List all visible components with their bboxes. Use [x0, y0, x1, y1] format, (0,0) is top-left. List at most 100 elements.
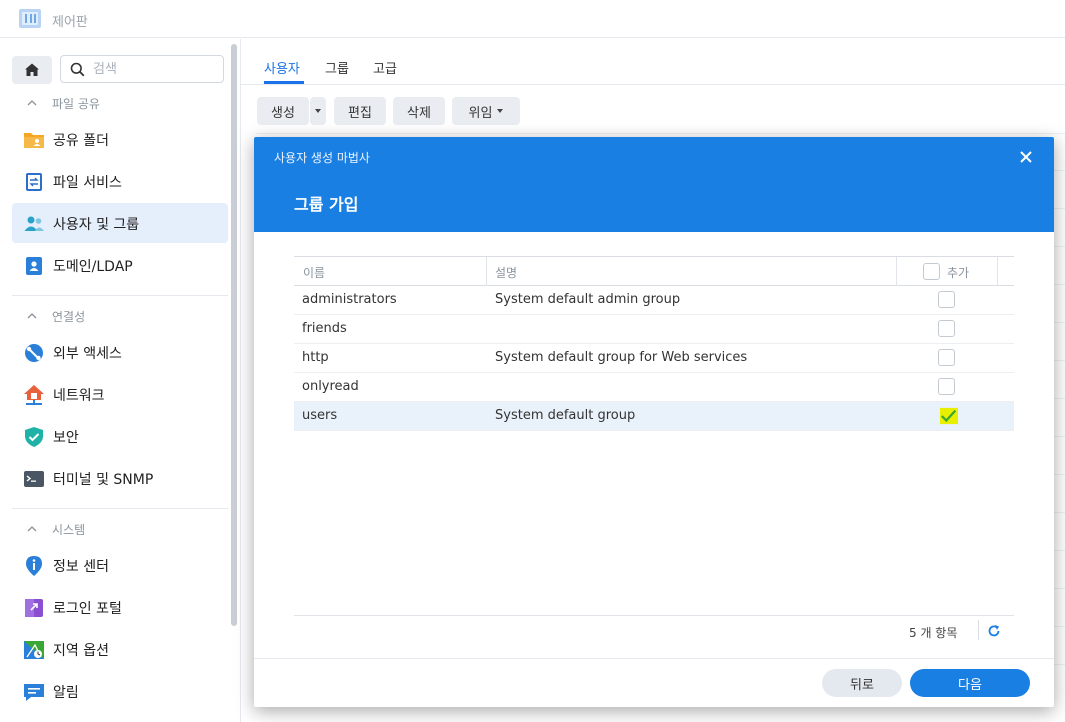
- tab-group[interactable]: 그룹: [325, 58, 349, 77]
- security-shield-icon: [25, 427, 43, 447]
- sidebar-item-login-portal[interactable]: 로그인 포털: [12, 587, 228, 627]
- refresh-icon[interactable]: [987, 624, 1001, 638]
- search-icon: [70, 62, 85, 77]
- section-connectivity[interactable]: 연결성: [26, 306, 85, 326]
- shared-folder-icon: [24, 133, 44, 148]
- table-row[interactable]: friends: [294, 315, 1014, 344]
- sidebar-item-shared-folder[interactable]: 공유 폴더: [12, 119, 228, 159]
- terminal-icon: [24, 471, 44, 487]
- sidebar-item-security[interactable]: 보안: [12, 416, 228, 456]
- sidebar-item-terminal-snmp[interactable]: 터미널 및 SNMP: [12, 458, 228, 498]
- delete-button[interactable]: 삭제: [393, 97, 445, 125]
- sidebar-divider: [12, 295, 228, 296]
- select-all-checkbox[interactable]: [923, 263, 940, 280]
- domain-ldap-icon: [26, 257, 42, 275]
- sidebar: 파일 공유 공유 폴더 파일 서비스 사용자 및 그룹: [0, 39, 241, 722]
- item-count: 5 개 항목: [909, 626, 958, 640]
- dialog-title: 사용자 생성 마법사: [274, 151, 370, 165]
- title-bar: 제어판: [0, 0, 1065, 38]
- back-button[interactable]: 뒤로: [822, 669, 902, 697]
- table-row[interactable]: onlyread: [294, 373, 1014, 402]
- sidebar-item-label: 터미널 및 SNMP: [53, 472, 154, 488]
- edit-button[interactable]: 편집: [334, 97, 386, 125]
- sidebar-item-label: 알림: [53, 685, 79, 701]
- create-button[interactable]: 생성: [257, 97, 309, 125]
- section-label: 파일 공유: [52, 96, 100, 111]
- section-file-sharing[interactable]: 파일 공유: [26, 93, 100, 113]
- dialog-footer-divider: [254, 658, 1054, 659]
- sidebar-item-info-center[interactable]: 정보 센터: [12, 545, 228, 585]
- section-label: 연결성: [52, 309, 86, 324]
- sidebar-item-label: 지역 옵션: [53, 643, 109, 659]
- user-group-icon: [24, 216, 44, 231]
- search-input[interactable]: [93, 60, 213, 78]
- add-group-checkbox[interactable]: [938, 349, 955, 366]
- section-label: 시스템: [52, 522, 86, 537]
- search-field[interactable]: [60, 55, 224, 83]
- file-services-icon: [26, 173, 42, 191]
- app-title: 제어판: [52, 15, 88, 30]
- home-button[interactable]: [12, 56, 52, 84]
- step-title: 그룹 가입: [294, 195, 359, 214]
- close-icon[interactable]: [1018, 149, 1034, 165]
- sidebar-item-label: 도메인/LDAP: [53, 259, 133, 275]
- table-footer: 5 개 항목: [294, 615, 1014, 645]
- add-group-checkbox[interactable]: [938, 291, 955, 308]
- delegate-button[interactable]: 위임: [452, 97, 520, 125]
- regional-options-icon: [24, 641, 44, 659]
- tab-advanced[interactable]: 고급: [373, 58, 397, 77]
- create-user-wizard-dialog: 사용자 생성 마법사 그룹 가입 이름 설명 추가 administrators…: [254, 137, 1054, 707]
- footer-divider: [978, 620, 979, 640]
- control-panel-icon: [19, 9, 41, 28]
- home-icon: [25, 63, 39, 76]
- group-name: onlyread: [302, 379, 359, 394]
- sidebar-item-label: 파일 서비스: [53, 175, 122, 191]
- login-portal-icon: [25, 599, 43, 617]
- chevron-up-icon: [27, 526, 37, 532]
- sidebar-item-label: 사용자 및 그룹: [53, 217, 140, 233]
- sidebar-item-label: 정보 센터: [53, 559, 109, 575]
- chevron-up-icon: [27, 313, 37, 319]
- sidebar-item-regional-options[interactable]: 지역 옵션: [12, 629, 228, 669]
- section-system[interactable]: 시스템: [26, 519, 85, 539]
- sidebar-scrollbar[interactable]: [231, 44, 237, 626]
- table-row[interactable]: users System default group: [294, 402, 1014, 431]
- sidebar-item-notification[interactable]: 알림: [12, 671, 228, 711]
- group-table: 이름 설명 추가 administrators System default a…: [294, 256, 1014, 431]
- column-add-header: 추가: [947, 266, 970, 280]
- group-name: administrators: [302, 292, 397, 307]
- group-description: System default group for Web services: [495, 350, 748, 365]
- tab-bar: 사용자 그룹 고급: [241, 39, 1065, 85]
- sidebar-item-file-services[interactable]: 파일 서비스: [12, 161, 228, 201]
- sidebar-item-label: 외부 액세스: [53, 346, 122, 362]
- sidebar-item-label: 공유 폴더: [53, 133, 109, 149]
- table-header: 이름 설명 추가: [294, 256, 1014, 286]
- create-dropdown-button[interactable]: [310, 97, 326, 125]
- column-divider: [896, 257, 897, 286]
- dialog-header: 사용자 생성 마법사 그룹 가입: [254, 137, 1054, 232]
- delegate-label: 위임: [468, 105, 493, 121]
- add-group-checkbox[interactable]: [938, 378, 955, 395]
- caret-down-icon: [315, 109, 321, 113]
- caret-down-icon: [497, 109, 504, 113]
- active-tab-indicator: [264, 81, 304, 84]
- group-name: users: [302, 408, 338, 423]
- sidebar-item-network[interactable]: 네트워크: [12, 374, 228, 414]
- sidebar-item-external-access[interactable]: 외부 액세스: [12, 332, 228, 372]
- table-row[interactable]: http System default group for Web servic…: [294, 344, 1014, 373]
- column-name-header[interactable]: 이름: [303, 264, 325, 281]
- group-description: System default group: [495, 408, 636, 423]
- group-description: System default admin group: [495, 292, 681, 307]
- column-description-header[interactable]: 설명: [495, 264, 517, 281]
- group-name: friends: [302, 321, 347, 336]
- table-row[interactable]: administrators System default admin grou…: [294, 286, 1014, 315]
- sidebar-item-domain-ldap[interactable]: 도메인/LDAP: [12, 245, 228, 285]
- tab-user[interactable]: 사용자: [264, 58, 300, 77]
- sidebar-divider: [12, 508, 228, 509]
- info-center-icon: [26, 556, 42, 576]
- sidebar-item-user-group[interactable]: 사용자 및 그룹: [12, 203, 228, 243]
- checkmark-icon[interactable]: [937, 406, 961, 426]
- group-name: http: [302, 350, 329, 365]
- add-group-checkbox[interactable]: [938, 320, 955, 337]
- next-button[interactable]: 다음: [910, 669, 1030, 697]
